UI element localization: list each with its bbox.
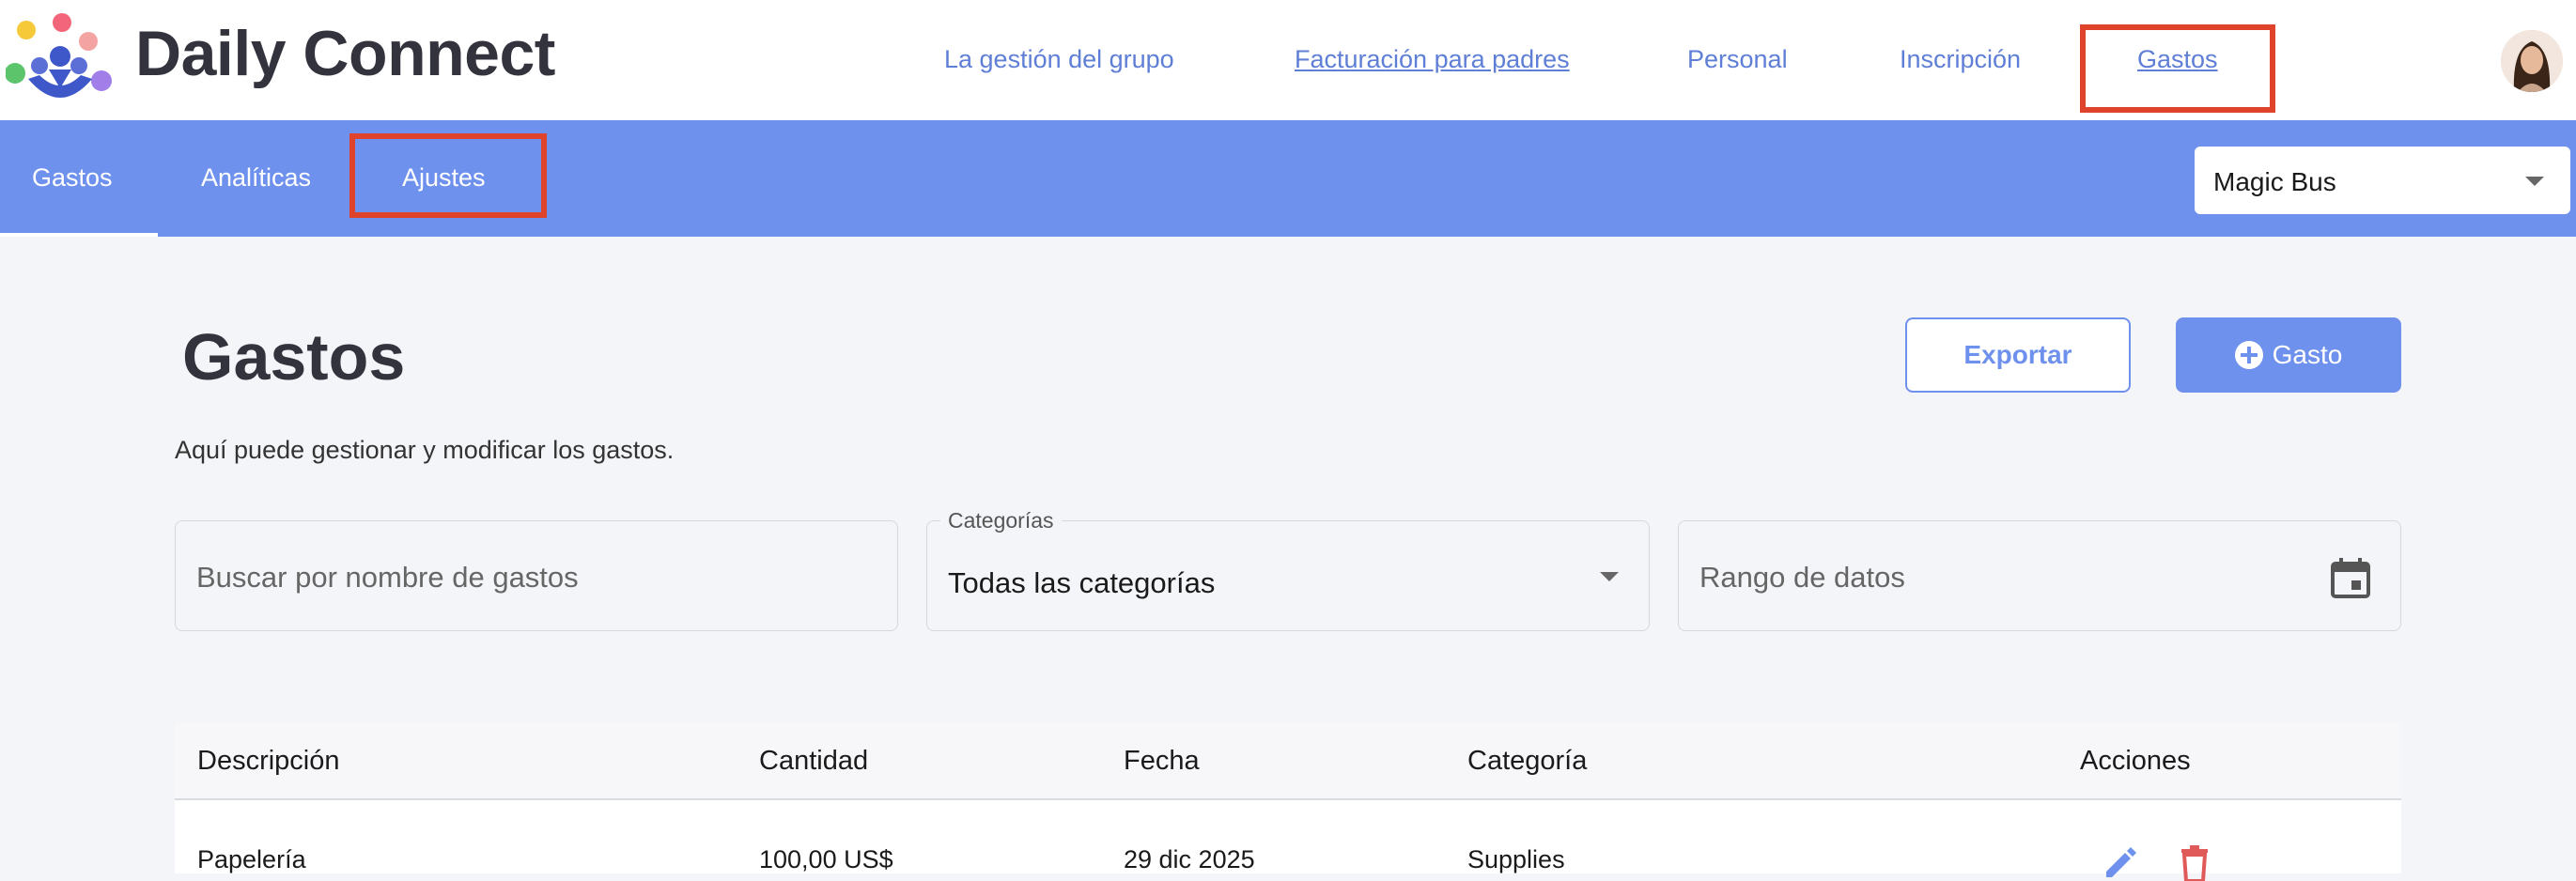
search-input[interactable]: Buscar por nombre de gastos — [175, 520, 898, 631]
category-select-value: Todas las categorías — [948, 566, 1216, 599]
nav-item-inscripcion[interactable]: Inscripción — [1900, 45, 2021, 74]
export-button-label: Exportar — [1963, 340, 2072, 369]
column-header-cantidad[interactable]: Cantidad — [759, 746, 868, 777]
table-row[interactable]: Papelería 100,00 US$ 29 dic 2025 Supplie… — [175, 800, 2401, 881]
edit-icon[interactable] — [2101, 843, 2138, 881]
daily-connect-logo[interactable] — [6, 13, 113, 100]
table-header: Descripción Cantidad Fecha Categoría Acc… — [175, 723, 2401, 800]
cell-date: 29 dic 2025 — [1124, 845, 1255, 873]
column-header-categoria[interactable]: Categoría — [1467, 746, 1587, 777]
cell-description: Papelería — [197, 845, 306, 873]
organization-select-value: Magic Bus — [2213, 167, 2336, 196]
category-select[interactable]: Categorías Todas las categorías — [926, 508, 1650, 631]
add-expense-button-label: Gasto — [2272, 340, 2343, 369]
chevron-down-icon — [1600, 572, 1619, 581]
nav-item-facturacion[interactable]: Facturación para padres — [1295, 45, 1570, 74]
column-header-descripcion[interactable]: Descripción — [197, 746, 340, 777]
page-subtitle: Aquí puede gestionar y modificar los gas… — [175, 436, 675, 464]
column-header-acciones: Acciones — [2080, 746, 2191, 776]
organization-select[interactable]: Magic Bus — [2195, 147, 2570, 214]
avatar-image — [2501, 30, 2563, 92]
nav-item-gestion-grupo[interactable]: La gestión del grupo — [944, 45, 1174, 74]
tab-ajustes[interactable]: Ajustes — [402, 163, 486, 193]
page-title: Gastos — [182, 320, 406, 394]
chevron-down-icon — [2525, 177, 2544, 186]
category-select-legend: Categorías — [940, 508, 1062, 533]
top-bar: Daily Connect La gestión del grupo Factu… — [0, 0, 2576, 120]
nav-item-personal[interactable]: Personal — [1687, 45, 1788, 74]
cell-category: Supplies — [1467, 845, 1565, 873]
avatar[interactable] — [2501, 30, 2563, 92]
export-button[interactable]: Exportar — [1905, 317, 2131, 393]
column-header-fecha[interactable]: Fecha — [1124, 746, 1200, 777]
date-range-input[interactable]: Rango de datos — [1678, 520, 2401, 631]
sub-nav-bar: Gastos Analíticas Ajustes Magic Bus — [0, 120, 2576, 237]
tab-analiticas[interactable]: Analíticas — [201, 163, 311, 193]
cell-amount: 100,00 US$ — [759, 845, 893, 873]
trash-icon[interactable] — [2176, 843, 2213, 881]
active-tab-indicator — [0, 233, 158, 237]
nav-item-gastos[interactable]: Gastos — [2137, 45, 2218, 74]
search-input-placeholder: Buscar por nombre de gastos — [196, 561, 579, 594]
tab-gastos[interactable]: Gastos — [32, 163, 113, 193]
calendar-icon[interactable] — [2331, 557, 2370, 598]
brand-name: Daily Connect — [135, 18, 555, 89]
plus-circle-icon — [2234, 341, 2263, 369]
date-range-placeholder: Rango de datos — [1699, 561, 1905, 594]
add-expense-button[interactable]: Gasto — [2176, 317, 2401, 393]
